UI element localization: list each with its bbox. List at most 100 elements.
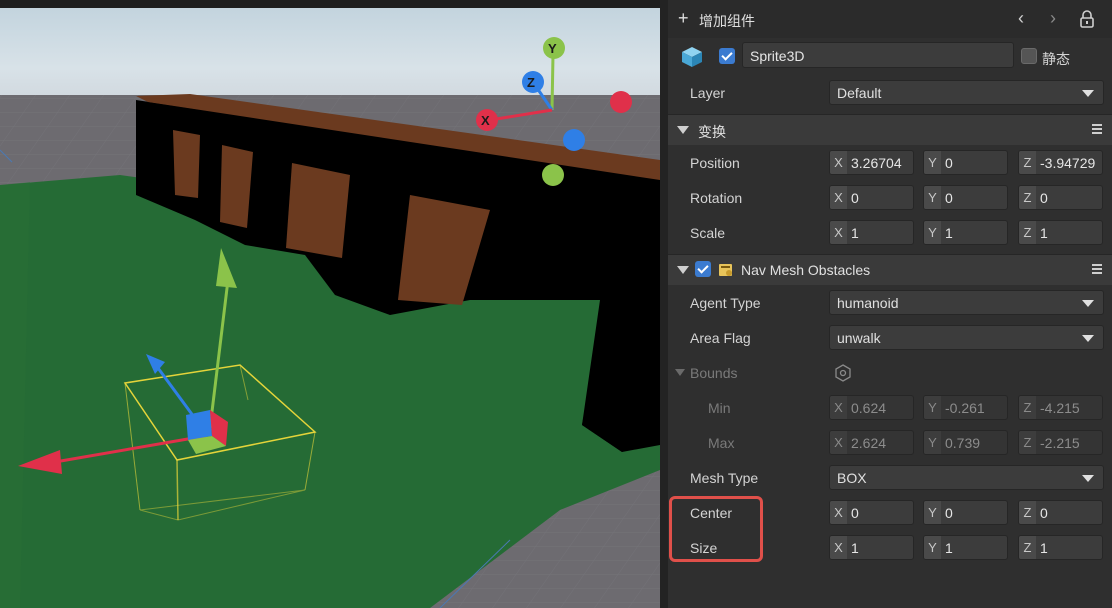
scale-row: Scale X1 Y1 Z1 — [668, 216, 1112, 251]
rotation-z-field[interactable]: Z0 — [1018, 185, 1103, 210]
menu-icon[interactable] — [1092, 124, 1102, 136]
mesh-type-value: BOX — [837, 470, 867, 486]
position-z-field[interactable]: Z -3.94729 — [1018, 150, 1103, 175]
axis-z-label: Z — [1019, 151, 1036, 174]
min-row: Min X 0.624 Y -0.261 Z -4.215 — [668, 391, 1112, 426]
axis-x-label: X — [830, 221, 847, 244]
max-z-value: -2.215 — [1040, 435, 1080, 451]
rotation-y-field[interactable]: Y0 — [923, 185, 1008, 210]
agent-type-dropdown[interactable]: humanoid — [829, 290, 1104, 315]
scale-x-value: 1 — [851, 225, 859, 241]
forward-icon[interactable]: › — [1050, 8, 1056, 29]
collapse-triangle-icon[interactable] — [677, 266, 689, 274]
scale-x-field[interactable]: X1 — [829, 220, 914, 245]
static-checkbox[interactable] — [1021, 48, 1037, 64]
object-name-value: Sprite3D — [750, 48, 805, 64]
rotation-x-value: 0 — [851, 190, 859, 206]
axis-x-label: X — [830, 501, 847, 524]
rotation-label: Rotation — [690, 190, 743, 206]
plus-icon[interactable]: + — [678, 8, 689, 29]
chevron-down-icon — [1082, 90, 1094, 97]
size-y-value: 1 — [945, 540, 953, 556]
bounds-row: Bounds — [668, 356, 1112, 391]
chevron-down-icon — [1082, 335, 1094, 342]
nav-mesh-enabled-checkbox[interactable] — [695, 261, 711, 277]
layer-row: Layer Default — [668, 76, 1112, 111]
script-component-icon — [718, 262, 734, 281]
scale-label: Scale — [690, 225, 726, 241]
nav-mesh-section-header[interactable]: Nav Mesh Obstacles — [668, 254, 1112, 285]
agent-type-label: Agent Type — [690, 295, 761, 311]
add-component-button[interactable]: 增加组件 — [699, 11, 755, 31]
size-z-field[interactable]: Z1 — [1018, 535, 1103, 560]
bounds-collapse-icon[interactable] — [675, 369, 685, 376]
axis-z-label: Z — [1019, 501, 1036, 524]
center-y-value: 0 — [945, 505, 953, 521]
position-y-field[interactable]: Y0 — [923, 150, 1008, 175]
center-z-field[interactable]: Z0 — [1018, 500, 1103, 525]
max-z-field: Z -2.215 — [1018, 430, 1103, 455]
min-z-field: Z -4.215 — [1018, 395, 1103, 420]
layer-value: Default — [837, 85, 882, 101]
transform-title: 变换 — [698, 124, 726, 140]
chevron-down-icon — [1082, 475, 1094, 482]
object-enabled-checkbox[interactable] — [719, 48, 735, 64]
scene-viewport[interactable]: Y Z X — [0, 0, 660, 608]
area-flag-dropdown[interactable]: unwalk — [829, 325, 1104, 350]
axis-z-label: Z — [1019, 431, 1036, 454]
size-z-value: 1 — [1040, 540, 1048, 556]
rotation-z-value: 0 — [1040, 190, 1048, 206]
axis-x-label: X — [830, 536, 847, 559]
axis-y-label: Y — [924, 151, 941, 174]
lock-icon[interactable] — [1080, 10, 1094, 28]
min-y-field: Y -0.261 — [923, 395, 1008, 420]
collapse-triangle-icon[interactable] — [677, 126, 689, 134]
position-x-field[interactable]: X 3.26704 — [829, 150, 914, 175]
axis-y-label: Y — [924, 396, 941, 419]
size-y-field[interactable]: Y1 — [923, 535, 1008, 560]
min-x-value: 0.624 — [851, 400, 887, 416]
area-flag-label: Area Flag — [690, 330, 751, 346]
bounds-label: Bounds — [690, 365, 738, 381]
center-y-field[interactable]: Y0 — [923, 500, 1008, 525]
rotation-row: Rotation X0 Y0 Z0 — [668, 181, 1112, 216]
object-name-input[interactable]: Sprite3D — [742, 42, 1014, 68]
min-y-value: -0.261 — [945, 400, 985, 416]
rotation-x-field[interactable]: X0 — [829, 185, 914, 210]
mesh-type-dropdown[interactable]: BOX — [829, 465, 1104, 490]
transform-section-header[interactable]: 变换 — [668, 114, 1112, 145]
max-x-value: 2.624 — [851, 435, 887, 451]
min-label: Min — [708, 400, 731, 416]
axis-z-label: Z — [1019, 536, 1036, 559]
static-label: 静态 — [1042, 51, 1070, 67]
size-x-field[interactable]: X1 — [829, 535, 914, 560]
center-x-value: 0 — [851, 505, 859, 521]
panel-splitter[interactable] — [660, 0, 668, 608]
highlight-box — [669, 496, 763, 562]
axis-z-label: Z — [1019, 396, 1036, 419]
layer-dropdown[interactable]: Default — [829, 80, 1104, 105]
min-z-value: -4.215 — [1040, 400, 1080, 416]
center-x-field[interactable]: X0 — [829, 500, 914, 525]
scene-canvas[interactable]: Y Z X — [0, 0, 660, 608]
inspector-panel: + 增加组件 ‹ › Sprite3D 静态 Layer Default 变换 … — [668, 0, 1112, 608]
size-x-value: 1 — [851, 540, 859, 556]
agent-type-value: humanoid — [837, 295, 899, 311]
mesh-type-label: Mesh Type — [690, 470, 759, 486]
scale-y-value: 1 — [945, 225, 953, 241]
scale-z-field[interactable]: Z1 — [1018, 220, 1103, 245]
max-row: Max X 2.624 Y 0.739 Z -2.215 — [668, 426, 1112, 461]
back-icon[interactable]: ‹ — [1018, 8, 1024, 29]
axis-x-label: X — [830, 151, 847, 174]
max-y-value: 0.739 — [945, 435, 981, 451]
mesh-type-row: Mesh Type BOX — [668, 461, 1112, 496]
nav-mesh-title: Nav Mesh Obstacles — [741, 262, 871, 278]
menu-icon[interactable] — [1092, 264, 1102, 276]
max-label: Max — [708, 435, 735, 451]
axis-x-label: X — [830, 186, 847, 209]
position-label: Position — [690, 155, 740, 171]
scale-y-field[interactable]: Y1 — [923, 220, 1008, 245]
hexagon-icon[interactable] — [834, 364, 852, 385]
gizmo-x-label: X — [481, 113, 490, 128]
axis-y-label: Y — [924, 431, 941, 454]
